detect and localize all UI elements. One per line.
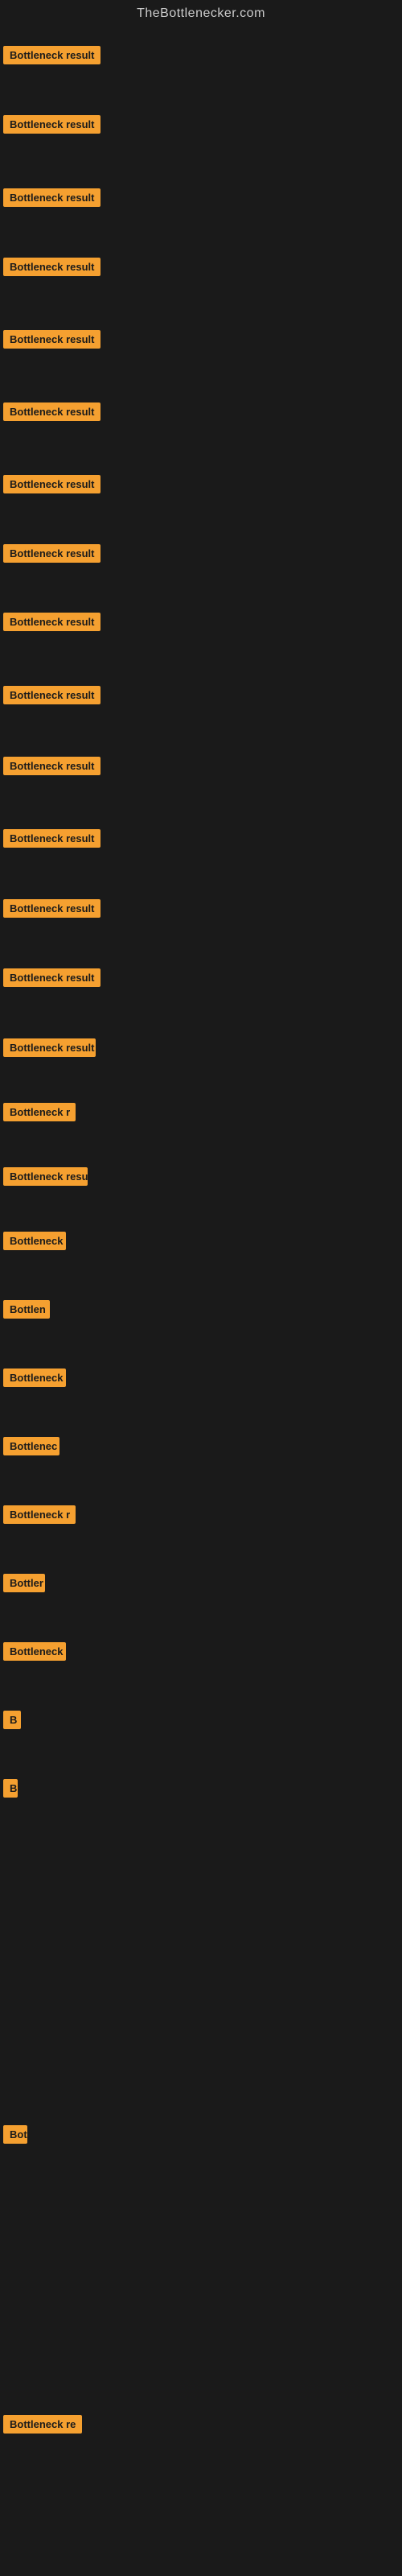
bottleneck-row: Bottleneck r (3, 1505, 76, 1528)
bottleneck-label[interactable]: Bottleneck (3, 1368, 66, 1387)
bottleneck-row: Bottleneck result (3, 757, 100, 779)
bottleneck-label[interactable]: Bottleneck result (3, 402, 100, 421)
bottleneck-row: Bot (3, 2125, 27, 2148)
bottleneck-label[interactable]: B (3, 1779, 18, 1798)
bottleneck-label[interactable]: B (3, 1711, 21, 1729)
bottleneck-row: B (3, 1711, 21, 1733)
bottleneck-label[interactable]: Bottleneck resu (3, 1167, 88, 1186)
bottleneck-row: Bottleneck (3, 1368, 66, 1391)
bottleneck-row: Bottler (3, 1574, 45, 1596)
bottleneck-row: Bottleneck result (3, 330, 100, 353)
bottleneck-row: Bottleneck result (3, 613, 100, 635)
bottleneck-row: Bottlen (3, 1300, 50, 1323)
bottleneck-row: Bottleneck result (3, 46, 100, 68)
bottleneck-row: Bottleneck result (3, 968, 100, 991)
bottleneck-label[interactable]: Bottleneck (3, 1232, 66, 1250)
bottleneck-label[interactable]: Bottleneck result (3, 46, 100, 64)
bottleneck-label[interactable]: Bottleneck (3, 1642, 66, 1661)
bottleneck-label[interactable]: Bottleneck result (3, 686, 100, 704)
bottleneck-label[interactable]: Bottleneck re (3, 2415, 82, 2434)
bottleneck-label[interactable]: Bottleneck result (3, 613, 100, 631)
bottleneck-row: Bottleneck result (3, 829, 100, 852)
bottleneck-label[interactable]: Bottler (3, 1574, 45, 1592)
bottleneck-row: Bottleneck re (3, 2415, 82, 2438)
bottleneck-label[interactable]: Bottleneck result (3, 330, 100, 349)
bottleneck-label[interactable]: Bottleneck result (3, 899, 100, 918)
bottleneck-row: Bottleneck (3, 1642, 66, 1665)
bottleneck-label[interactable]: Bottleneck result (3, 188, 100, 207)
bottleneck-label[interactable]: Bottleneck r (3, 1505, 76, 1524)
bottleneck-label[interactable]: Bottleneck result (3, 475, 100, 493)
bottleneck-row: Bottleneck result (3, 1038, 96, 1061)
bottleneck-row: Bottleneck (3, 1232, 66, 1254)
bottleneck-row: Bottleneck result (3, 402, 100, 425)
bottleneck-row: Bottleneck resu (3, 1167, 88, 1190)
bottleneck-row: Bottleneck r (3, 1103, 76, 1125)
bottleneck-row: Bottleneck result (3, 686, 100, 708)
bottleneck-label[interactable]: Bottleneck result (3, 258, 100, 276)
bottleneck-label[interactable]: Bottleneck r (3, 1103, 76, 1121)
bottleneck-label[interactable]: Bottleneck result (3, 968, 100, 987)
bottleneck-label[interactable]: Bottleneck result (3, 544, 100, 563)
bottleneck-row: Bottleneck result (3, 188, 100, 211)
bottleneck-label[interactable]: Bottleneck result (3, 829, 100, 848)
bottleneck-label[interactable]: Bottleneck result (3, 115, 100, 134)
bottleneck-row: Bottleneck result (3, 899, 100, 922)
bottleneck-row: Bottlenec (3, 1437, 59, 1459)
bottleneck-label[interactable]: Bottleneck result (3, 1038, 96, 1057)
bottleneck-row: Bottleneck result (3, 258, 100, 280)
bottleneck-row: Bottleneck result (3, 115, 100, 138)
bottleneck-label[interactable]: Bottleneck result (3, 757, 100, 775)
bottleneck-label[interactable]: Bottlenec (3, 1437, 59, 1455)
bottleneck-label[interactable]: Bot (3, 2125, 27, 2144)
page-wrapper: TheBottlenecker.com Bottleneck resultBot… (0, 0, 402, 27)
bottleneck-row: Bottleneck result (3, 544, 100, 567)
bottleneck-row: Bottleneck result (3, 475, 100, 497)
site-title: TheBottlenecker.com (0, 0, 402, 27)
bottleneck-label[interactable]: Bottlen (3, 1300, 50, 1319)
bottleneck-row: B (3, 1779, 18, 1802)
